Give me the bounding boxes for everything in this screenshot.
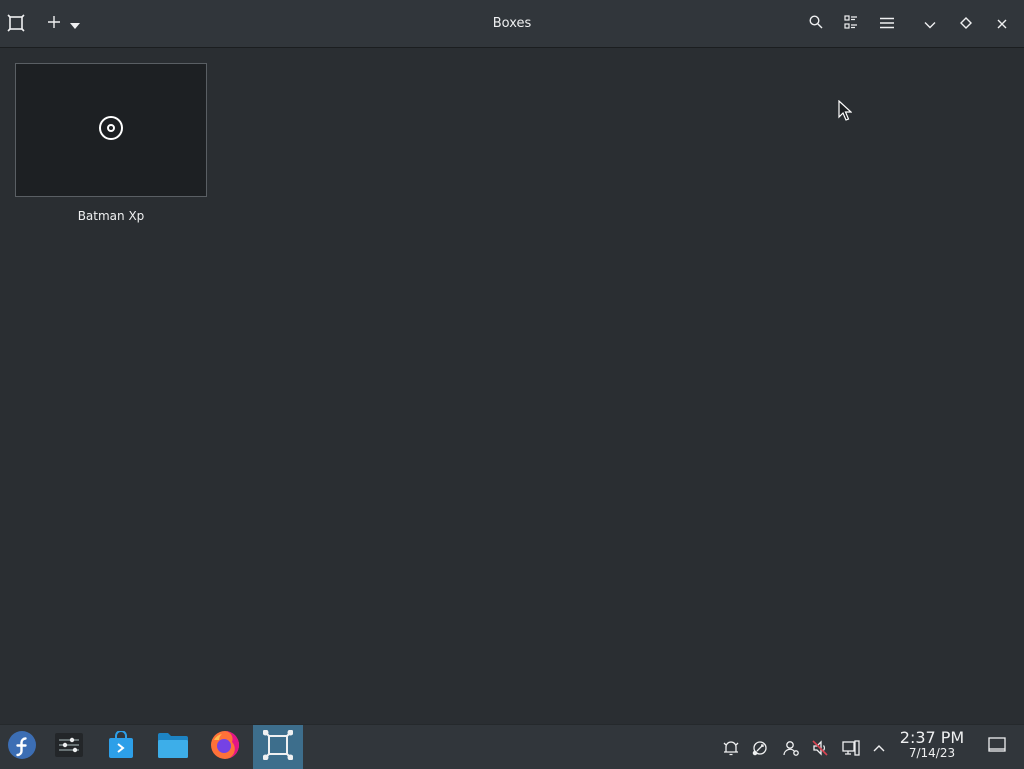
system-settings-icon <box>55 733 83 761</box>
maximize-icon <box>960 14 972 33</box>
machine-thumbnail[interactable] <box>15 63 207 197</box>
disc-icon <box>98 115 124 145</box>
file-manager-icon <box>158 732 188 762</box>
view-toggle-button[interactable] <box>835 6 867 40</box>
maximize-button[interactable] <box>950 6 982 40</box>
search-icon <box>809 14 823 33</box>
minimize-icon <box>924 14 936 33</box>
dropdown-arrow-icon <box>70 14 80 33</box>
clock-date: 7/14/23 <box>908 746 956 760</box>
machines-grid: Batman Xp <box>0 48 1024 724</box>
close-button[interactable] <box>986 6 1018 40</box>
audio-muted-icon[interactable] <box>809 737 831 759</box>
header-bar: Boxes <box>0 0 1024 48</box>
digital-clock[interactable]: 2:37 PM 7/14/23 <box>896 728 968 760</box>
firefox-icon <box>210 730 240 764</box>
view-toggle-icon <box>844 14 858 33</box>
fedora-logo-icon <box>7 730 37 764</box>
discover-store-icon <box>108 730 134 763</box>
taskbar-boxes[interactable] <box>253 725 303 769</box>
taskbar-firefox[interactable] <box>200 725 250 769</box>
boxes-logo-icon[interactable] <box>0 6 32 40</box>
expand-tray-icon[interactable] <box>868 737 890 759</box>
taskbar-system-settings[interactable] <box>44 725 94 769</box>
user-icon[interactable] <box>780 737 802 759</box>
application-launcher[interactable] <box>0 725 44 769</box>
close-icon <box>997 14 1007 33</box>
mouse-pointer-icon <box>838 99 853 126</box>
new-machine-dropdown[interactable] <box>60 6 90 40</box>
taskbar: 2:37 PM 7/14/23 <box>0 724 1024 769</box>
boxes-icon <box>262 729 294 764</box>
search-button[interactable] <box>800 6 832 40</box>
show-desktop-icon[interactable] <box>988 737 1008 757</box>
taskbar-discover[interactable] <box>96 725 146 769</box>
network-icon[interactable] <box>840 737 862 759</box>
hamburger-menu-icon <box>880 14 894 33</box>
kde-connect-icon[interactable] <box>749 737 771 759</box>
machine-name[interactable]: Batman Xp <box>15 209 207 223</box>
plus-icon <box>47 14 61 33</box>
notifications-icon[interactable] <box>720 737 742 759</box>
minimize-button[interactable] <box>914 6 946 40</box>
menu-button[interactable] <box>871 6 903 40</box>
taskbar-file-manager[interactable] <box>148 725 198 769</box>
clock-time: 2:37 PM <box>899 728 965 747</box>
